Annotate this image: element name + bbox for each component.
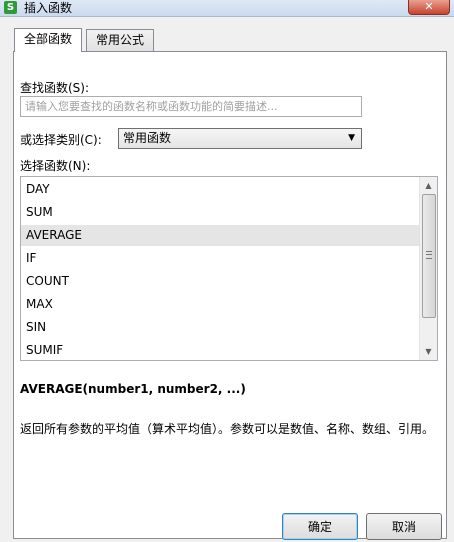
search-input[interactable]	[20, 96, 362, 117]
scrollbar-thumb[interactable]	[422, 194, 436, 318]
tab-common-formulas[interactable]: 常用公式	[86, 29, 155, 51]
list-item[interactable]: AVERAGE	[21, 225, 419, 246]
category-label: 或选择类别(C):	[20, 133, 102, 147]
close-button[interactable]: ✕	[408, 0, 450, 15]
cancel-button[interactable]: 取消	[366, 513, 442, 540]
vertical-scrollbar[interactable]: ▲ ▼	[419, 177, 437, 360]
dropdown-arrow-icon: ▼	[348, 133, 355, 143]
category-value: 常用函数	[123, 131, 172, 145]
app-icon: S	[4, 1, 17, 14]
list-item[interactable]: SIN	[21, 317, 419, 338]
function-listbox[interactable]: DAY SUM AVERAGE IF COUNT MAX SIN SUMIF ▲…	[20, 176, 438, 361]
tab-all-functions[interactable]: 全部函数	[14, 28, 83, 52]
list-item[interactable]: COUNT	[21, 271, 419, 292]
list-item[interactable]: MAX	[21, 294, 419, 315]
list-item[interactable]: DAY	[21, 179, 419, 200]
title-bar[interactable]: S 插入函数 ✕	[0, 0, 454, 17]
grip-icon	[426, 251, 432, 259]
tab-panel: 查找函数(S): 或选择类别(C): 常用函数 ▼ 选择函数(N): DAY S…	[13, 51, 447, 540]
category-select[interactable]: 常用函数 ▼	[118, 128, 362, 149]
scroll-up-icon[interactable]: ▲	[420, 177, 437, 194]
list-item[interactable]: SUMIF	[21, 340, 419, 360]
search-label: 查找函数(S):	[20, 81, 90, 95]
dialog-body: 全部函数 常用公式 查找函数(S): 或选择类别(C): 常用函数 ▼ 选择函数…	[8, 17, 454, 542]
scroll-down-icon[interactable]: ▼	[420, 343, 437, 360]
close-icon: ✕	[424, 0, 434, 13]
function-description: 返回所有参数的平均值（算术平均值）。参数可以是数值、名称、数组、引用。	[20, 422, 435, 436]
window-title: 插入函数	[24, 1, 73, 15]
list-item[interactable]: SUM	[21, 202, 419, 223]
ok-button[interactable]: 确定	[282, 513, 358, 540]
function-list-label: 选择函数(N):	[20, 159, 91, 173]
list-item[interactable]: IF	[21, 248, 419, 269]
function-signature: AVERAGE(number1, number2, ...)	[20, 382, 246, 396]
